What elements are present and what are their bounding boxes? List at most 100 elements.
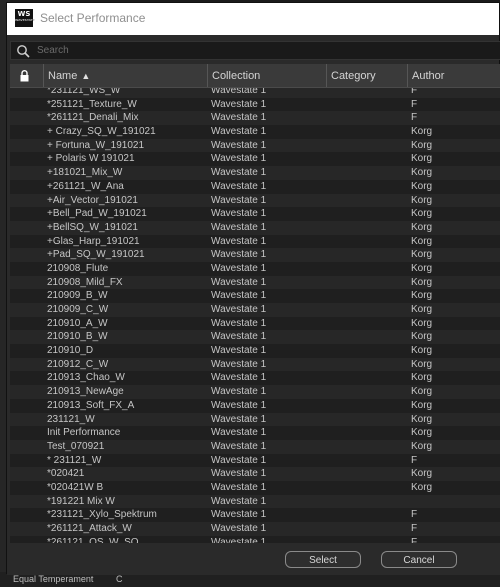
author-cell: F [411,454,418,466]
table-row[interactable]: +Air_Vector_191021 Wavestate 1 Korg [10,193,500,208]
column-header-lock[interactable] [10,64,44,87]
author-cell: F [411,112,418,124]
table-row[interactable]: 210909_C_W Wavestate 1 Korg [10,303,500,317]
author-cell: Korg [411,235,433,247]
cancel-button[interactable]: Cancel [381,551,457,568]
key-label: C [116,574,123,584]
column-header-category[interactable]: Category [327,64,408,87]
author-cell: Korg [411,317,433,329]
table-row[interactable]: 210910_D Wavestate 1 Korg [10,344,500,358]
name-cell: 210913_Chao_W [47,372,125,384]
name-cell: 210908_Mild_FX [47,276,123,288]
name-cell: + Polaris W 191021 [47,153,135,165]
table-row[interactable]: 210908_Mild_FX Wavestate 1 Korg [10,275,500,290]
name-cell: *251121_Texture_W [47,98,137,110]
collection-cell: Wavestate 1 [211,386,267,398]
author-cell: Korg [411,208,433,220]
author-cell: Korg [411,413,433,425]
name-cell: *020421 [47,468,85,480]
author-cell: F [411,509,418,521]
window-title: Select Performance [40,11,146,25]
table-row[interactable]: *251121_Texture_W Wavestate 1 F [10,97,500,112]
table-row[interactable]: 210912_C_W Wavestate 1 Korg [10,357,500,372]
collection-cell: Wavestate 1 [211,126,267,138]
dialog-footer: Select Cancel [7,543,500,575]
table-row[interactable]: 210908_Flute Wavestate 1 Korg [10,261,500,276]
collection-cell: Wavestate 1 [211,358,267,370]
table-row[interactable]: *191221 Mix W Wavestate 1 [10,494,500,509]
table-row[interactable]: * 231121_W Wavestate 1 F [10,453,500,468]
table-row[interactable]: 231121_W Wavestate 1 Korg [10,412,500,427]
author-cell: Korg [411,481,433,493]
table-body[interactable]: *231121_WS_W Wavestate 1 F *251121_Texture_… [10,84,500,543]
table-row[interactable]: Init Performance Wavestate 1 Korg [10,426,500,440]
collection-cell: Wavestate 1 [211,304,267,315]
table-row[interactable]: 210913_NewAge Wavestate 1 Korg [10,385,500,399]
author-cell: Korg [411,345,433,357]
collection-cell: Wavestate 1 [211,454,267,466]
table-row[interactable]: 210910_A_W Wavestate 1 Korg [10,316,500,331]
table-row[interactable]: *261121_OS_W_SQ Wavestate 1 F [10,535,500,543]
table-row[interactable]: +Bell_Pad_W_191021 Wavestate 1 Korg [10,207,500,221]
name-cell: Init Performance [47,427,121,439]
table-row[interactable]: + Fortuna_W_191021 Wavestate 1 Korg [10,138,500,153]
author-cell: Korg [411,468,433,480]
table-row[interactable]: + Polaris W 191021 Wavestate 1 Korg [10,152,500,167]
collection-cell: Wavestate 1 [211,112,267,124]
name-cell: 210910_D [47,345,94,357]
collection-cell: Wavestate 1 [211,221,267,233]
select-button[interactable]: Select [285,551,361,568]
collection-cell: Wavestate 1 [211,276,267,288]
collection-cell: Wavestate 1 [211,427,267,439]
table-row[interactable]: +BellSQ_W_191021 Wavestate 1 Korg [10,220,500,235]
table-row[interactable]: 210913_Chao_W Wavestate 1 Korg [10,371,500,386]
collection-cell: Wavestate 1 [211,440,267,452]
table-row[interactable]: +Pad_SQ_W_191021 Wavestate 1 Korg [10,248,500,262]
table-row[interactable]: + Crazy_SQ_W_191021 Wavestate 1 Korg [10,125,500,139]
name-cell: +Bell_Pad_W_191021 [47,208,147,220]
name-cell: 231121_W [47,413,95,425]
table-row[interactable]: *020421W B Wavestate 1 Korg [10,480,500,495]
author-cell: Korg [411,290,433,302]
table-row[interactable]: +Glas_Harp_191021 Wavestate 1 Korg [10,234,500,249]
name-cell: *261121_OS_W_SQ [47,536,139,543]
author-cell: Korg [411,221,433,233]
author-cell: Korg [411,399,433,411]
author-cell: Korg [411,276,433,288]
table-row[interactable]: *261121_Denali_Mix Wavestate 1 F [10,111,500,126]
table-header: Name ▲ Collection Category Author [10,64,500,88]
name-cell: *191221 Mix W [47,495,115,507]
table-row[interactable]: +261121_W_Ana Wavestate 1 Korg [10,179,500,194]
collection-cell: Wavestate 1 [211,290,267,302]
collection-cell: Wavestate 1 [211,262,267,274]
search-icon [17,45,30,58]
author-cell: Korg [411,167,433,179]
name-cell: *261121_Attack_W [47,523,132,534]
column-header-collection[interactable]: Collection [208,64,327,87]
table-row[interactable]: +181021_Mix_W Wavestate 1 Korg [10,166,500,180]
name-cell: +Air_Vector_191021 [47,194,138,206]
wavestate-app-icon: WS WAVESTATE [15,9,35,27]
search-input[interactable] [37,43,477,58]
author-cell: Korg [411,440,433,452]
collection-cell: Wavestate 1 [211,235,267,247]
table-row[interactable]: Test_070921 Wavestate 1 Korg [10,439,500,454]
column-header-name[interactable]: Name ▲ [44,64,208,87]
collection-cell: Wavestate 1 [211,194,267,206]
collection-cell: Wavestate 1 [211,345,267,357]
table-row[interactable]: 210909_B_W Wavestate 1 Korg [10,289,500,303]
column-header-author[interactable]: Author [408,64,500,87]
table-row[interactable]: *020421 Wavestate 1 Korg [10,467,500,481]
author-cell: Korg [411,331,433,343]
table-row[interactable]: *261121_Attack_W Wavestate 1 F [10,522,500,536]
collection-cell: Wavestate 1 [211,153,267,165]
author-cell: Korg [411,249,433,261]
table-row[interactable]: *231121_Xylo_Spektrum Wavestate 1 F [10,508,500,522]
collection-cell: Wavestate 1 [211,468,267,480]
collection-cell: Wavestate 1 [211,180,267,192]
collection-cell: Wavestate 1 [211,523,267,534]
table-row[interactable]: 210913_Soft_FX_A Wavestate 1 Korg [10,398,500,413]
name-cell: 210913_NewAge [47,386,124,398]
table-row[interactable]: 210910_B_W Wavestate 1 Korg [10,330,500,345]
author-cell: Korg [411,126,433,138]
